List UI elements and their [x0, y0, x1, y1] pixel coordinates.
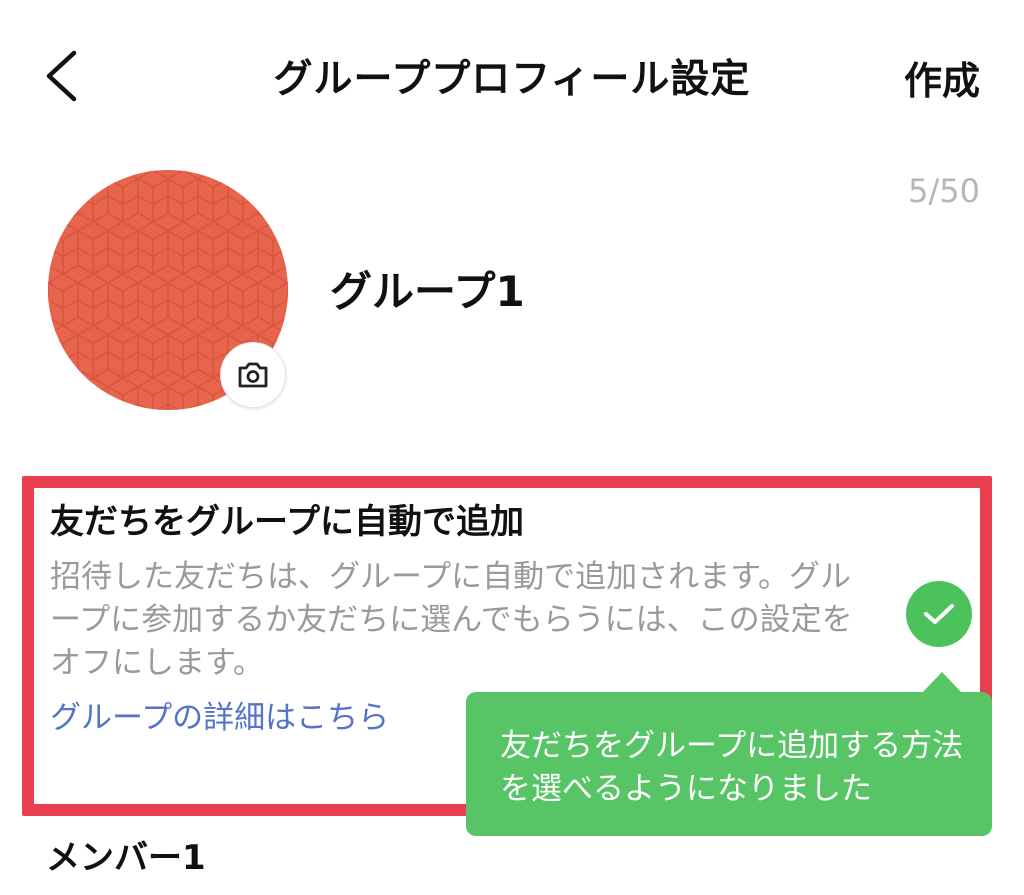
name-char-counter: 5/50: [908, 172, 980, 210]
page-title: グループプロフィール設定: [273, 57, 751, 102]
auto-add-toggle[interactable]: [906, 581, 972, 647]
check-icon: [924, 604, 954, 624]
camera-icon: [238, 362, 268, 388]
header-bar: グループプロフィール設定 作成: [0, 0, 1024, 150]
tooltip-text: 友だちをグループに追加する方法を選べるようになりました: [500, 728, 964, 807]
tooltip-arrow: [922, 672, 962, 693]
auto-add-setting-title: 友だちをグループに自動で追加: [50, 502, 524, 542]
feature-tooltip: 友だちをグループに追加する方法を選べるようになりました: [466, 692, 992, 836]
group-name-input[interactable]: グループ1: [330, 258, 525, 319]
group-details-link[interactable]: グループの詳細はこちら: [50, 692, 389, 737]
members-section-label: メンバー1: [46, 838, 206, 878]
change-photo-button[interactable]: [220, 342, 286, 408]
create-button[interactable]: 作成: [904, 50, 980, 105]
auto-add-setting-description: 招待した友だちは、グループに自動で追加されます。グループに参加するか友だちに選ん…: [50, 559, 853, 681]
